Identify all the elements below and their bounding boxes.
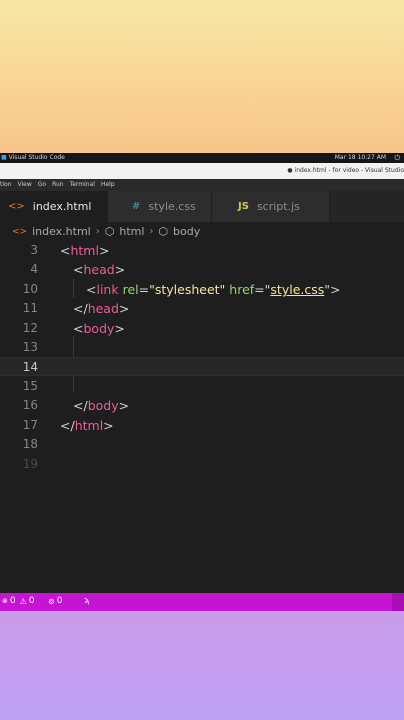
line-number: 19 xyxy=(22,457,38,471)
code-line[interactable]: 10 <link rel="stylesheet" href="style.cs… xyxy=(0,280,404,299)
sync-icon[interactable]: ϡ xyxy=(84,596,90,606)
warning-count: 0 xyxy=(28,596,35,606)
line-number: 3 xyxy=(30,243,38,257)
symbol-icon: ⬡ xyxy=(158,225,169,238)
code-line[interactable]: 15 xyxy=(0,377,404,396)
menu-item-go[interactable]: Go xyxy=(38,179,46,191)
line-number: 14 xyxy=(22,360,38,374)
code-text: <html> xyxy=(60,243,110,258)
code-tag: link xyxy=(96,282,119,297)
top-background xyxy=(0,0,404,153)
power-icon[interactable]: ⏻ xyxy=(394,153,400,163)
html-file-icon: <> xyxy=(8,201,25,212)
tab-style-css[interactable]: # style.css xyxy=(108,191,212,222)
code-text: <link rel="stylesheet" href="style.css"> xyxy=(86,282,341,297)
chevron-right-icon: › xyxy=(149,226,154,237)
tab-label: style.css xyxy=(148,200,196,213)
code-editor[interactable]: 3 <html> 4 <head> 10 <link rel="styleshe… xyxy=(0,241,404,593)
code-attr: rel xyxy=(122,282,139,297)
tab-script-js[interactable]: JS script.js xyxy=(212,191,330,222)
code-line[interactable]: 3 <html> xyxy=(0,241,404,260)
bottom-background xyxy=(0,611,404,720)
code-attr: href xyxy=(229,282,255,297)
code-string: "stylesheet" xyxy=(149,282,226,297)
line-number: 10 xyxy=(22,282,38,296)
broadcast-icon: ⊚ xyxy=(48,596,55,606)
editor-tabs: <> index.html # style.css JS script.js xyxy=(0,191,404,222)
line-number: 11 xyxy=(22,301,38,315)
line-number: 15 xyxy=(22,379,38,393)
line-number: 18 xyxy=(22,437,38,451)
menu-item-help[interactable]: Help xyxy=(101,179,115,191)
menu-item-run[interactable]: Run xyxy=(52,179,64,191)
window-title: ● index.html - for video - Visual Studio xyxy=(287,167,404,174)
css-file-icon: # xyxy=(132,201,141,212)
os-clock[interactable]: Mar 18 10:27 AM xyxy=(335,153,386,163)
window-title-bar: ● index.html - for video - Visual Studio xyxy=(0,163,404,179)
line-number: 4 xyxy=(30,262,38,276)
code-text: <body> xyxy=(73,321,125,336)
code-line[interactable]: 19 xyxy=(0,455,404,474)
status-bar-right xyxy=(392,593,404,611)
os-app-name: Visual Studio Code xyxy=(8,154,65,161)
os-app-indicator[interactable]: ■ Visual Studio Code xyxy=(1,153,65,163)
line-number: 13 xyxy=(22,340,38,354)
tab-label: script.js xyxy=(256,200,300,213)
error-count: 0 xyxy=(9,596,16,606)
problems-indicator[interactable]: ⊗ 0 ⚠ 0 xyxy=(2,596,35,606)
breadcrumb: <> index.html › ⬡ html › ⬡ body xyxy=(0,222,404,241)
menu-item-view[interactable]: View xyxy=(18,179,32,191)
tab-label: index.html xyxy=(32,200,92,213)
menu-item-terminal[interactable]: Terminal xyxy=(70,179,95,191)
code-line-current[interactable]: 14 xyxy=(0,357,404,376)
code-text: </html> xyxy=(60,418,114,433)
code-line[interactable]: 13 xyxy=(0,338,404,357)
code-line[interactable]: 16 </body> xyxy=(0,396,404,415)
menu-item-selection[interactable]: tion xyxy=(0,179,12,191)
breadcrumb-body[interactable]: body xyxy=(173,225,200,238)
vscode-icon: ■ xyxy=(1,154,7,161)
code-line[interactable]: 12 <body> xyxy=(0,319,404,338)
chevron-right-icon: › xyxy=(95,226,100,237)
code-link-string[interactable]: style.css xyxy=(270,282,324,297)
line-number: 17 xyxy=(22,418,38,432)
menu-bar: tion View Go Run Terminal Help xyxy=(0,179,404,191)
tab-index-html[interactable]: <> index.html xyxy=(0,191,108,222)
js-file-icon: JS xyxy=(238,201,249,212)
line-number: 12 xyxy=(22,321,38,335)
breadcrumb-html[interactable]: html xyxy=(119,225,144,238)
status-bar: ⊗ 0 ⚠ 0 ⊚ 0 ϡ xyxy=(0,593,404,611)
code-text: <head> xyxy=(73,262,126,277)
os-top-bar: ■ Visual Studio Code Mar 18 10:27 AM ⏻ xyxy=(0,153,404,163)
symbol-icon: ⬡ xyxy=(104,225,115,238)
html-file-icon: <> xyxy=(12,226,28,237)
code-text: </head> xyxy=(73,301,130,316)
breadcrumb-file[interactable]: index.html xyxy=(32,225,91,238)
line-number: 16 xyxy=(22,398,38,412)
ports-count: 0 xyxy=(56,596,63,606)
code-line[interactable]: 4 <head> xyxy=(0,260,404,279)
code-line[interactable]: 17 </html> xyxy=(0,416,404,435)
code-text: </body> xyxy=(73,398,130,413)
ports-indicator[interactable]: ⊚ 0 xyxy=(48,596,62,606)
error-icon: ⊗ xyxy=(2,597,8,605)
code-line[interactable]: 11 </head> xyxy=(0,299,404,318)
warning-icon: ⚠ xyxy=(19,596,27,606)
code-line[interactable]: 18 xyxy=(0,435,404,454)
